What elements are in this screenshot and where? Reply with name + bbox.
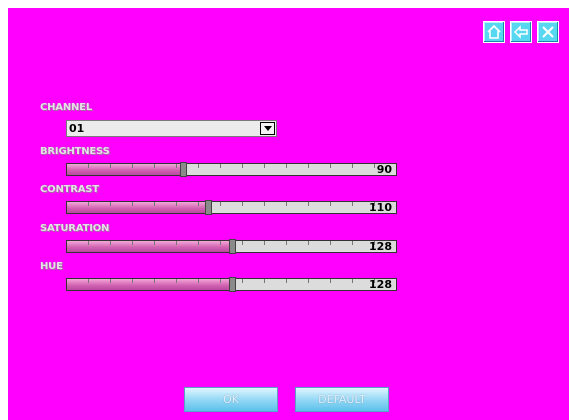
back-button[interactable] (510, 21, 532, 43)
saturation-slider[interactable]: 128 (66, 239, 397, 254)
hue-label: HUE (40, 261, 63, 272)
contrast-label: CONTRAST (40, 184, 99, 195)
channel-value: 01 (69, 122, 85, 135)
saturation-label: SATURATION (40, 223, 110, 234)
contrast-value: 110 (369, 201, 392, 214)
home-button[interactable] (483, 21, 505, 43)
back-arrow-icon (513, 25, 528, 39)
contrast-slider[interactable]: 110 (66, 200, 397, 215)
channel-dropdown[interactable]: 01 (66, 120, 277, 137)
close-icon (542, 26, 554, 38)
brightness-label: BRIGHTNESS (40, 146, 110, 157)
brightness-slider[interactable]: 90 (66, 162, 397, 177)
hue-slider[interactable]: 128 (66, 277, 397, 292)
channel-label: CHANNEL (40, 102, 92, 113)
home-icon (487, 24, 501, 39)
saturation-value: 128 (369, 240, 392, 253)
hue-value: 128 (369, 278, 392, 291)
slider-ticks (67, 202, 396, 206)
settings-panel: CHANNEL 01 BRIGHTNESS 90 CONTRAST 110 SA… (8, 8, 569, 420)
slider-thumb[interactable] (205, 200, 212, 215)
brightness-value: 90 (376, 163, 392, 176)
slider-thumb[interactable] (229, 277, 236, 292)
slider-thumb[interactable] (180, 162, 187, 177)
slider-ticks (67, 164, 396, 168)
close-button[interactable] (537, 21, 559, 43)
default-button[interactable]: DEFAULT (295, 387, 389, 412)
chevron-down-icon[interactable] (260, 122, 275, 135)
ok-button[interactable]: OK (184, 387, 278, 412)
slider-thumb[interactable] (229, 239, 236, 254)
top-toolbar (483, 21, 559, 43)
